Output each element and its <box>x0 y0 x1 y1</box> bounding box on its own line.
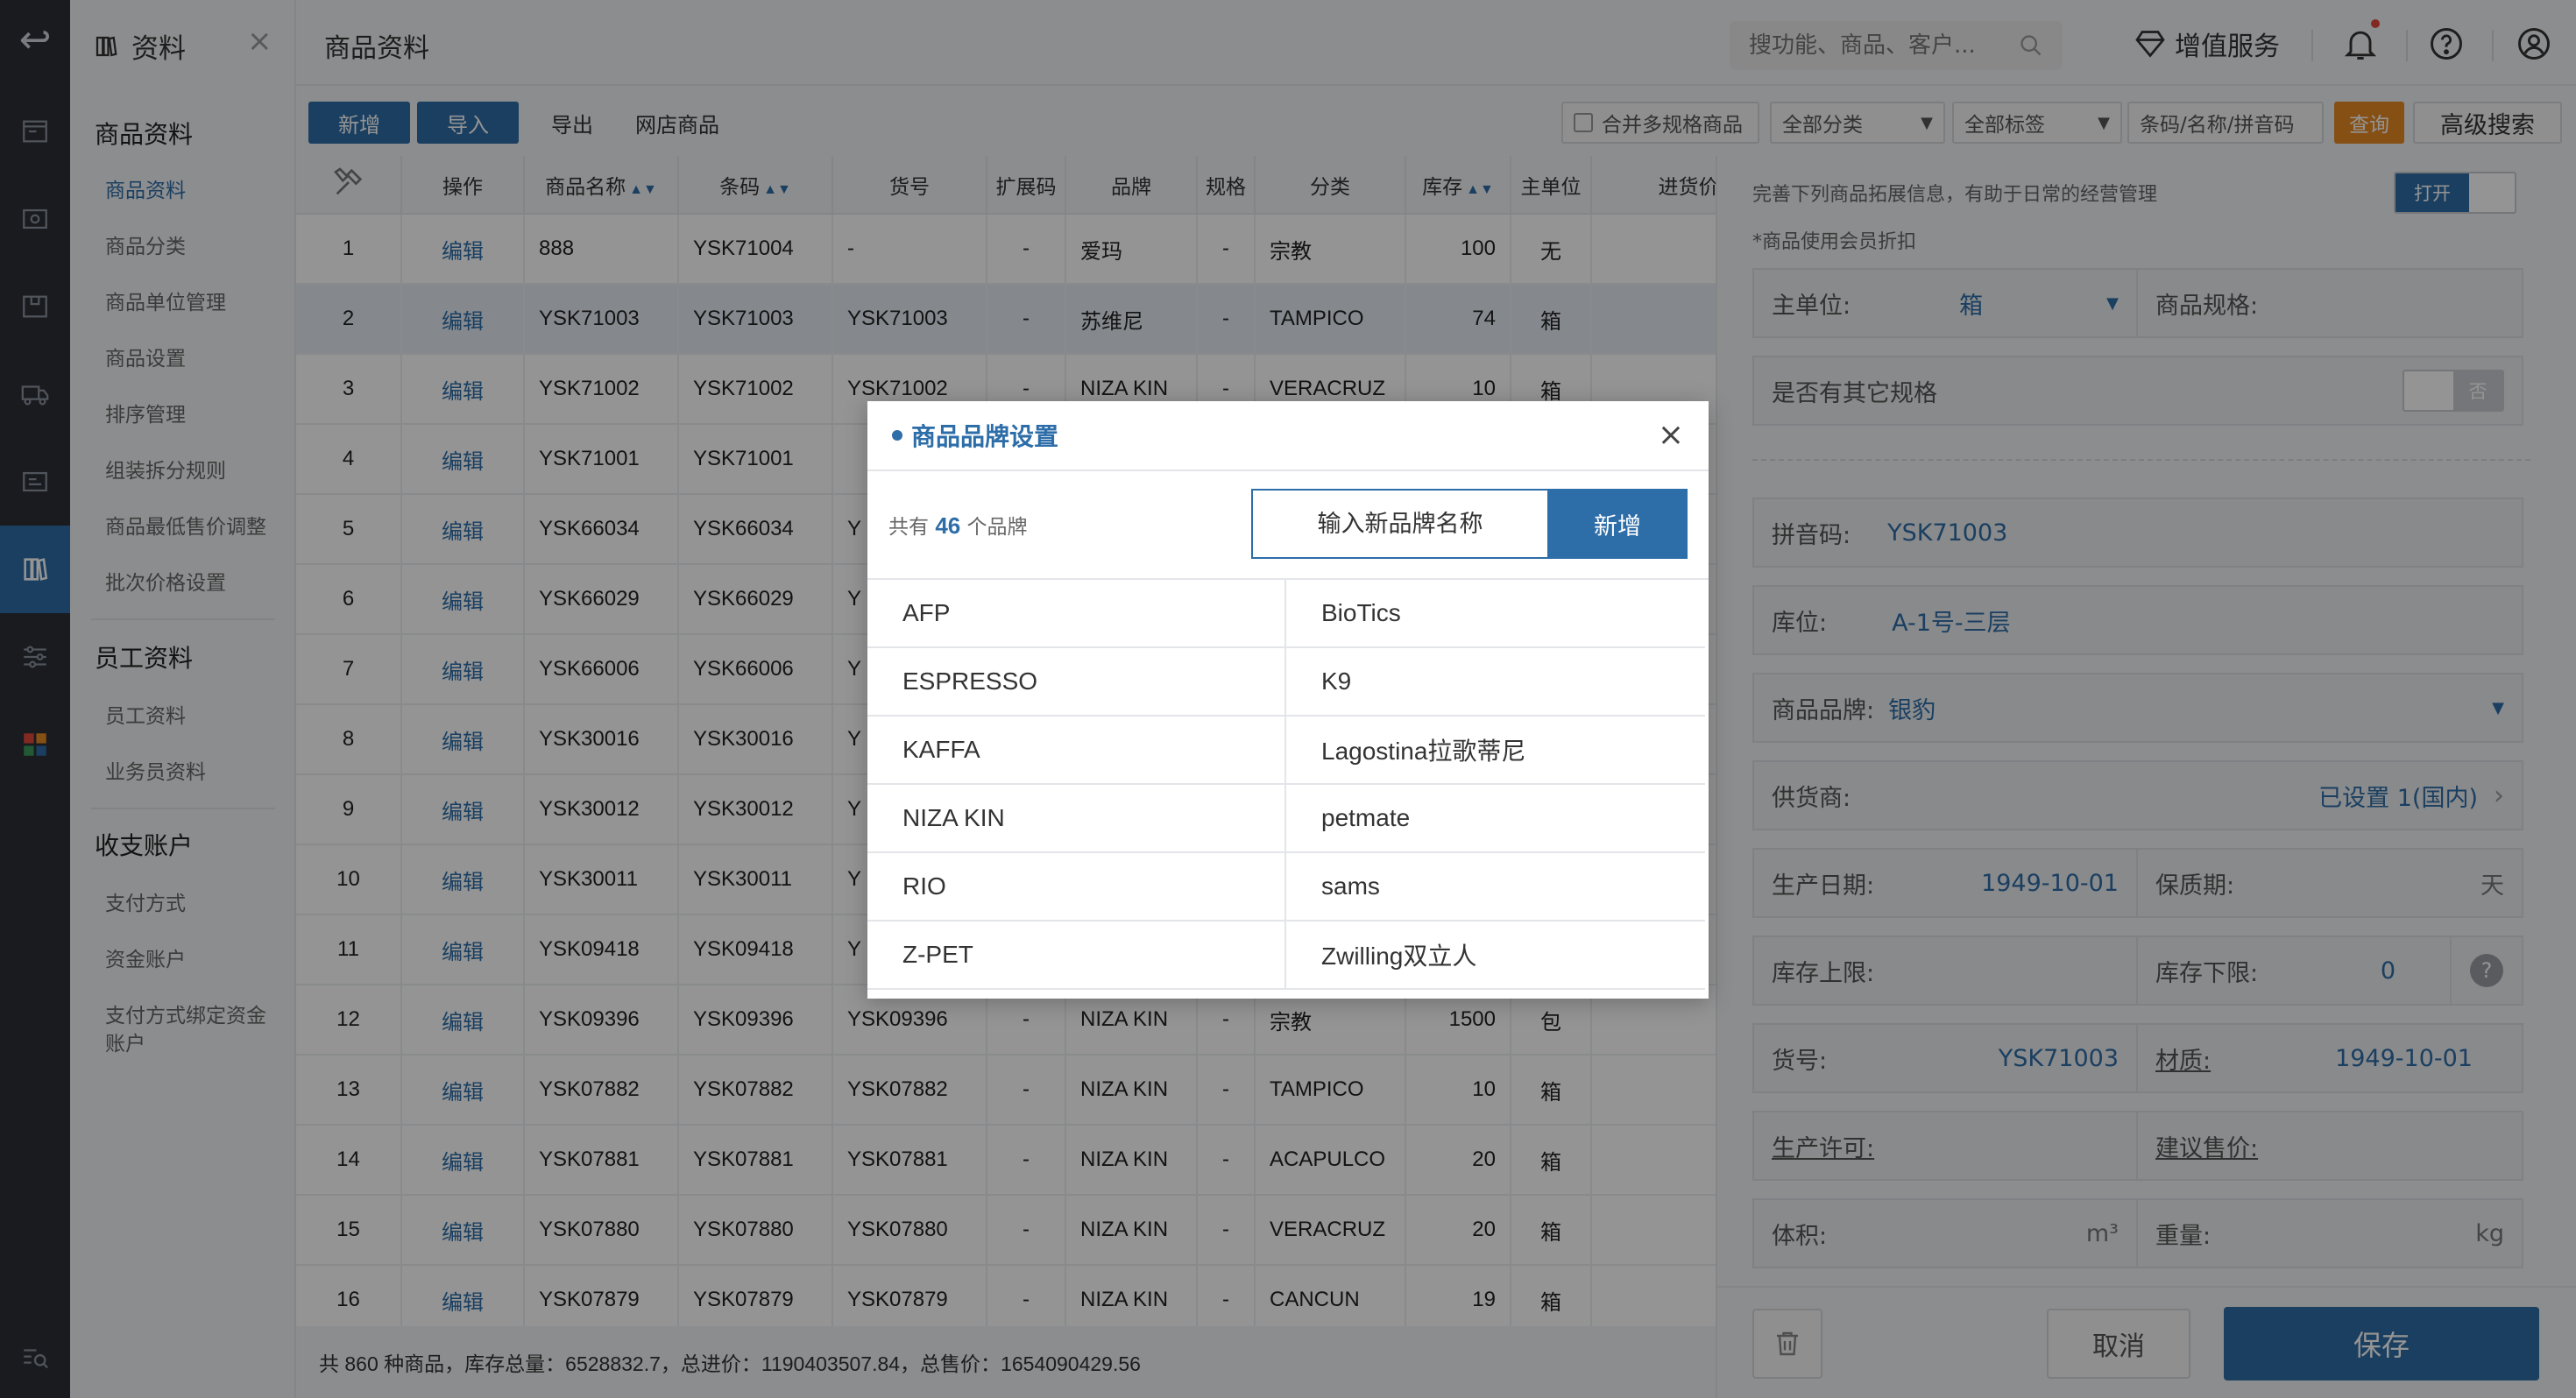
bullet-icon <box>892 430 902 441</box>
brand-item[interactable]: NIZA KIN <box>867 785 1286 853</box>
brand-item[interactable]: K9 <box>1286 648 1705 717</box>
brand-item[interactable]: ESPRESSO <box>867 648 1286 717</box>
brand-settings-dialog: 商品品牌设置 × 共有 46 个品牌 新增 AFPBioTicsESPRESSO… <box>867 401 1709 999</box>
brand-list: AFP BioTics ESPRESSO K9 KAFFA Lagostina拉歌蒂尼 NI… <box>867 580 1709 990</box>
count-suffix: 个品牌 <box>966 516 1028 539</box>
add-brand-button[interactable]: 新增 <box>1547 489 1688 559</box>
brand-count: 共有 46 个品牌 <box>888 510 1028 540</box>
count-prefix: 共有 <box>888 516 929 539</box>
brand-item[interactable]: KAFFA <box>867 717 1286 785</box>
brand-item[interactable]: Zwilling双立人 <box>1286 921 1705 990</box>
new-brand-input[interactable] <box>1251 489 1549 559</box>
count-value: 46 <box>935 512 961 539</box>
brand-item[interactable]: RIO <box>867 853 1286 921</box>
dialog-toolbar: 共有 46 个品牌 新增 <box>867 471 1709 580</box>
brand-item[interactable]: BioTics <box>1286 580 1705 648</box>
brand-item[interactable]: petmate <box>1286 785 1705 853</box>
dialog-header: 商品品牌设置 × <box>867 401 1709 471</box>
brand-item[interactable]: Z-PET <box>867 921 1286 990</box>
brand-item[interactable]: Lagostina拉歌蒂尼 <box>1286 717 1705 785</box>
close-icon[interactable]: × <box>1658 420 1684 451</box>
dialog-title: 商品品牌设置 <box>911 422 1059 451</box>
brand-item[interactable]: AFP <box>867 580 1286 648</box>
brand-item[interactable]: sams <box>1286 853 1705 921</box>
